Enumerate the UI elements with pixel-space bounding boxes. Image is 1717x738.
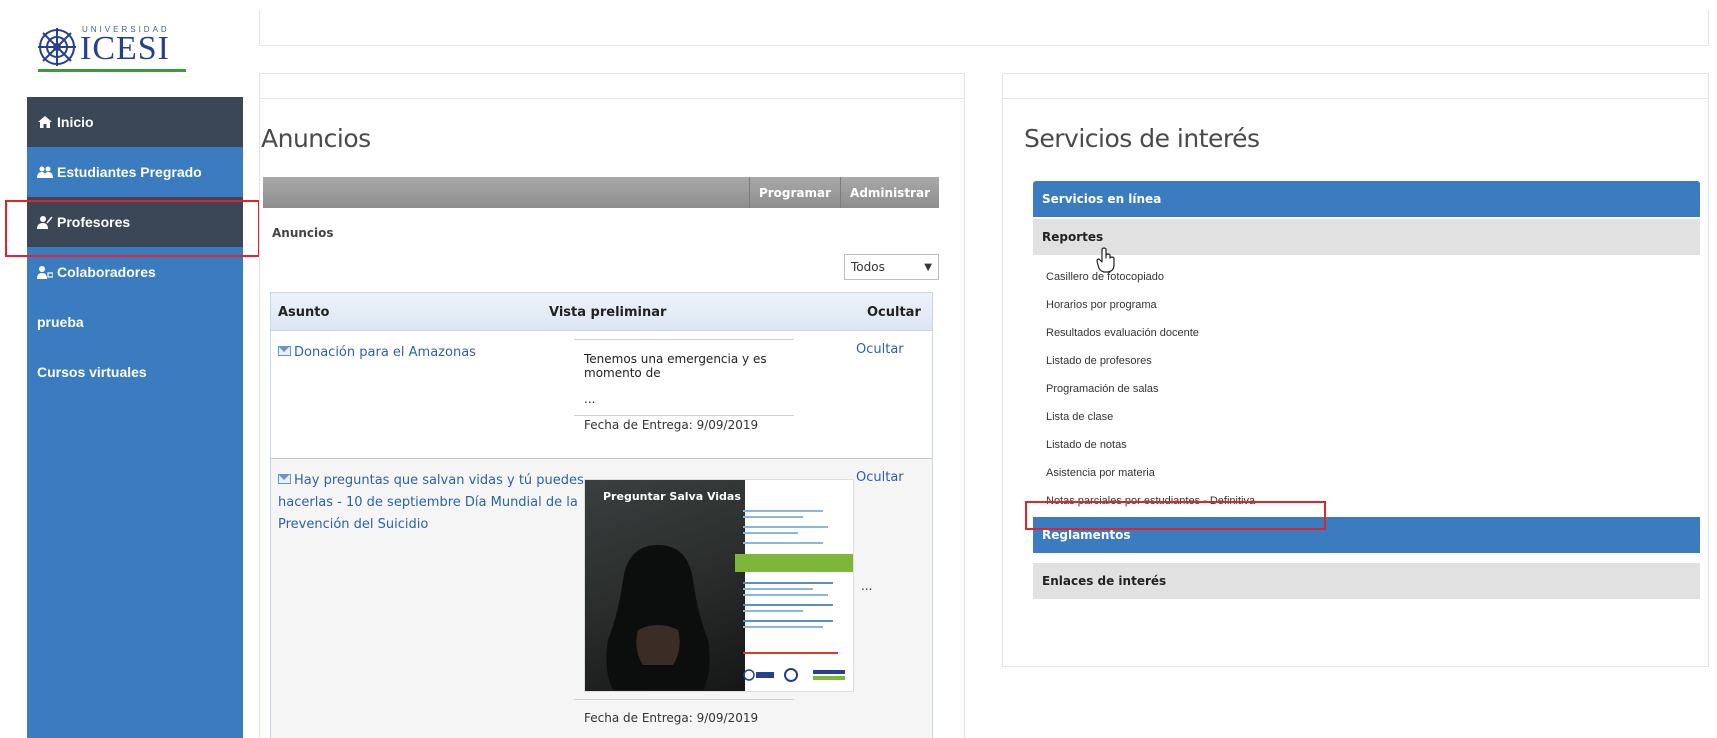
panel-header-strip <box>260 74 964 99</box>
poster-text-line <box>743 588 813 590</box>
highlight-box-notas-parciales <box>1025 501 1326 530</box>
poster-text-line <box>743 532 798 534</box>
subject-text: Donación para el Amazonas <box>294 345 476 360</box>
preview-box: Tenemos una emergencia y es momento de .… <box>574 339 794 416</box>
poster-title: Preguntar Salva Vidas <box>603 490 741 503</box>
sidebar-item-label: Inicio <box>57 114 94 130</box>
announcements-filter-select[interactable]: Todos ▼ <box>844 254 939 280</box>
highlight-box-profesores <box>5 200 260 257</box>
mail-icon <box>278 346 291 356</box>
seal-icon <box>38 28 76 66</box>
announcement-poster-image[interactable]: Preguntar Salva Vidas <box>584 479 854 692</box>
administer-button[interactable]: Administrar <box>840 177 939 208</box>
reports-list: Casillero de fotocopiado Horarios por pr… <box>1033 255 1700 517</box>
hooded-figure-icon <box>606 545 710 690</box>
preview-ellipsis: ... <box>861 579 873 593</box>
report-link-listado-profesores[interactable]: Listado de profesores <box>1046 347 1700 375</box>
page: UNIVERSIDAD ICESI Inicio Estudiantes Pre… <box>0 0 1717 738</box>
announcements-table: Asunto Vista preliminar Ocultar Donación… <box>270 292 933 738</box>
dropdown-arrow-icon: ▼ <box>924 262 932 273</box>
poster-text-line <box>743 610 803 612</box>
poster-text-line <box>743 516 803 518</box>
sidebar-item-prueba[interactable]: prueba <box>27 297 243 347</box>
poster-logos-icon <box>743 668 845 682</box>
services-panel: Servicios de interés Servicios en línea … <box>1002 73 1709 667</box>
mail-icon <box>278 474 291 484</box>
announcements-subtitle: Anuncios <box>272 226 334 240</box>
sidebar-item-label: Estudiantes Pregrado <box>57 164 202 180</box>
report-link-listado-notas[interactable]: Listado de notas <box>1046 431 1700 459</box>
report-link-asistencia[interactable]: Asistencia por materia <box>1046 459 1700 487</box>
hand-cursor-icon <box>1096 247 1115 273</box>
table-header-row: Asunto Vista preliminar Ocultar <box>271 293 932 331</box>
services-accordion: Servicios en línea Reportes Casillero de… <box>1033 181 1700 599</box>
report-link-casillero[interactable]: Casillero de fotocopiado <box>1046 263 1700 291</box>
accordion-links[interactable]: Enlaces de interés <box>1033 563 1700 599</box>
filter-selected-value: Todos <box>851 260 885 274</box>
column-header-subject[interactable]: Asunto <box>278 305 329 320</box>
sidebar-item-label: Colaboradores <box>57 264 156 280</box>
poster-text-line <box>743 542 823 544</box>
poster-text-line <box>743 604 833 606</box>
sidebar-item-label: Cursos virtuales <box>37 364 147 380</box>
collaborators-icon <box>37 265 53 279</box>
hide-link[interactable]: Ocultar <box>856 470 904 485</box>
hide-link[interactable]: Ocultar <box>856 342 904 357</box>
sidebar-item-label: prueba <box>37 314 84 330</box>
program-button[interactable]: Programar <box>748 177 840 208</box>
report-link-horarios[interactable]: Horarios por programa <box>1046 291 1700 319</box>
due-date: Fecha de Entrega: 9/09/2019 <box>584 711 759 725</box>
poster-text-line <box>743 510 823 512</box>
accordion-reports[interactable]: Reportes <box>1033 219 1700 255</box>
report-link-resultados[interactable]: Resultados evaluación docente <box>1046 319 1700 347</box>
column-header-preview[interactable]: Vista preliminar <box>549 305 666 320</box>
subject-text: hacerlas - 10 de septiembre Día Mundial … <box>278 495 578 510</box>
table-row: Donación para el Amazonas Tenemos una em… <box>271 331 932 459</box>
icesi-logo[interactable]: UNIVERSIDAD ICESI <box>36 20 186 72</box>
column-header-hide[interactable]: Ocultar <box>867 305 921 320</box>
poster-green-band <box>735 554 853 572</box>
report-link-lista-clase[interactable]: Lista de clase <box>1046 403 1700 431</box>
preview-divider <box>574 415 794 416</box>
poster-text-line <box>743 526 828 528</box>
announcements-toolbar: Programar Administrar <box>263 177 939 208</box>
announcement-subject-link[interactable]: Donación para el Amazonas <box>278 342 476 364</box>
report-link-programacion-salas[interactable]: Programación de salas <box>1046 375 1700 403</box>
subject-text: Prevención del Suicidio <box>278 517 429 532</box>
poster-text-line <box>743 582 833 584</box>
poster-text-line <box>743 626 823 628</box>
announcement-subject-link[interactable]: Hay preguntas que salvan vidas y tú pued… <box>278 470 584 536</box>
announcements-title: Anuncios <box>261 124 371 153</box>
poster-red-line <box>743 652 838 654</box>
sidebar-item-estudiantes-pregrado[interactable]: Estudiantes Pregrado <box>27 147 243 197</box>
due-date: Fecha de Entrega: 9/09/2019 <box>584 418 759 432</box>
preview-ellipsis: ... <box>584 392 596 406</box>
preview-divider <box>574 699 794 700</box>
announcements-panel: Anuncios Programar Administrar Anuncios … <box>259 73 965 738</box>
panel-header-strip <box>1003 74 1708 99</box>
sidebar-item-cursos-virtuales[interactable]: Cursos virtuales <box>27 347 243 397</box>
home-icon <box>37 115 53 129</box>
students-icon <box>37 165 53 179</box>
services-title: Servicios de interés <box>1024 124 1260 153</box>
preview-text: Tenemos una emergencia y es momento de <box>584 352 767 380</box>
logo-underline <box>38 69 186 72</box>
sidebar-item-inicio[interactable]: Inicio <box>27 97 243 147</box>
top-banner-panel <box>259 10 1709 46</box>
sidebar-nav: Inicio Estudiantes Pregrado Profesores C… <box>27 97 243 738</box>
subject-text: Hay preguntas que salvan vidas y tú pued… <box>294 473 584 488</box>
accordion-online-services[interactable]: Servicios en línea <box>1033 181 1700 217</box>
poster-text-line <box>743 594 828 596</box>
poster-text-line <box>743 620 833 622</box>
logo-brand-text: ICESI <box>80 30 170 67</box>
table-row: Hay preguntas que salvan vidas y tú pued… <box>271 459 932 738</box>
